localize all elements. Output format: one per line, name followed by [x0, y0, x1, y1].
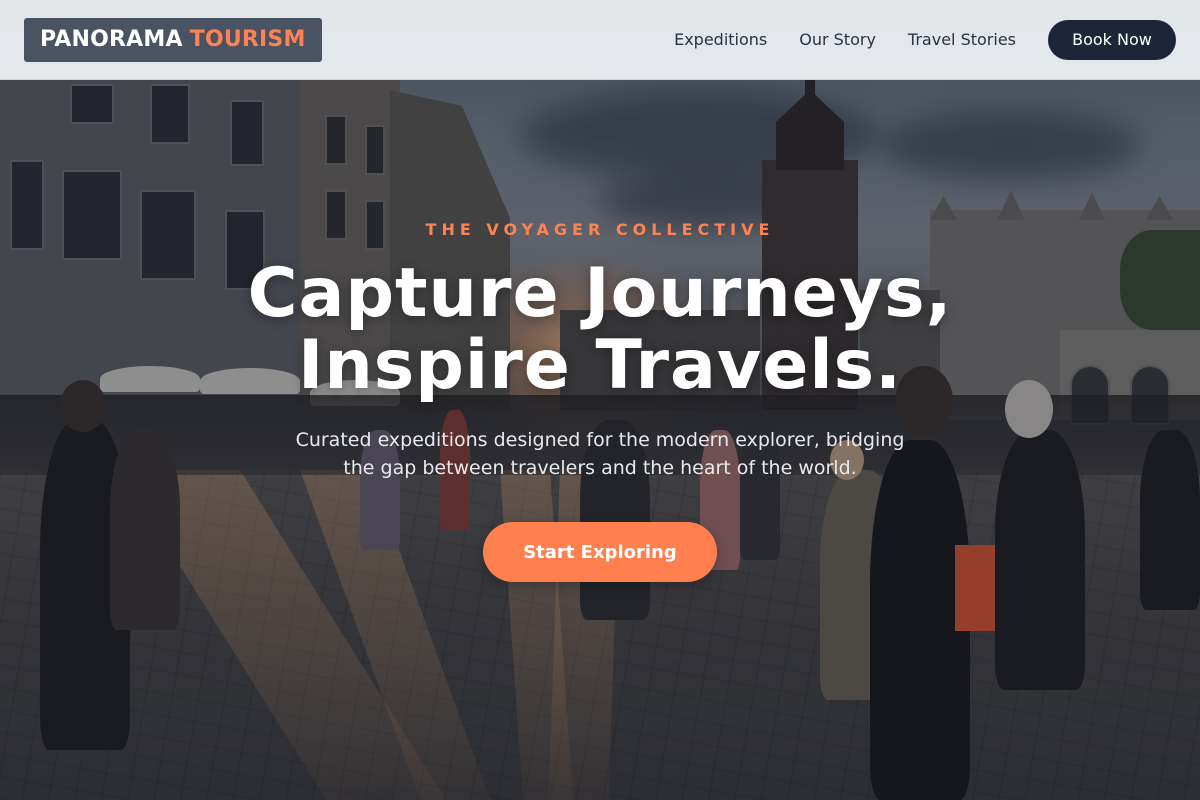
brand-name-part1: PANORAMA [40, 27, 183, 52]
book-now-button[interactable]: Book Now [1048, 19, 1176, 60]
hero-subtitle-line1: Curated expeditions designed for the mod… [295, 429, 905, 451]
hero-eyebrow: THE VOYAGER COLLECTIVE [425, 220, 775, 239]
main-nav: Expeditions Our Story Travel Stories Boo… [674, 19, 1176, 60]
brand-logo[interactable]: PANORAMA TOURISM [24, 17, 322, 62]
hero-section: THE VOYAGER COLLECTIVE Capture Journeys,… [0, 80, 1200, 800]
nav-link-our-story[interactable]: Our Story [799, 30, 876, 49]
hero-subtitle-line2: the gap between travelers and the heart … [343, 457, 857, 479]
site-header: PANORAMA TOURISM Expeditions Our Story T… [0, 0, 1200, 80]
hero-title-line2: Inspire Travels. [298, 326, 902, 405]
hero-subtitle: Curated expeditions designed for the mod… [0, 426, 1200, 482]
hero-title: Capture Journeys, Inspire Travels. [0, 258, 1200, 402]
start-exploring-button[interactable]: Start Exploring [483, 522, 717, 582]
brand-name-part2: TOURISM [189, 27, 306, 52]
nav-link-travel-stories[interactable]: Travel Stories [908, 30, 1016, 49]
nav-link-expeditions[interactable]: Expeditions [674, 30, 767, 49]
hero-title-line1: Capture Journeys, [247, 254, 953, 333]
